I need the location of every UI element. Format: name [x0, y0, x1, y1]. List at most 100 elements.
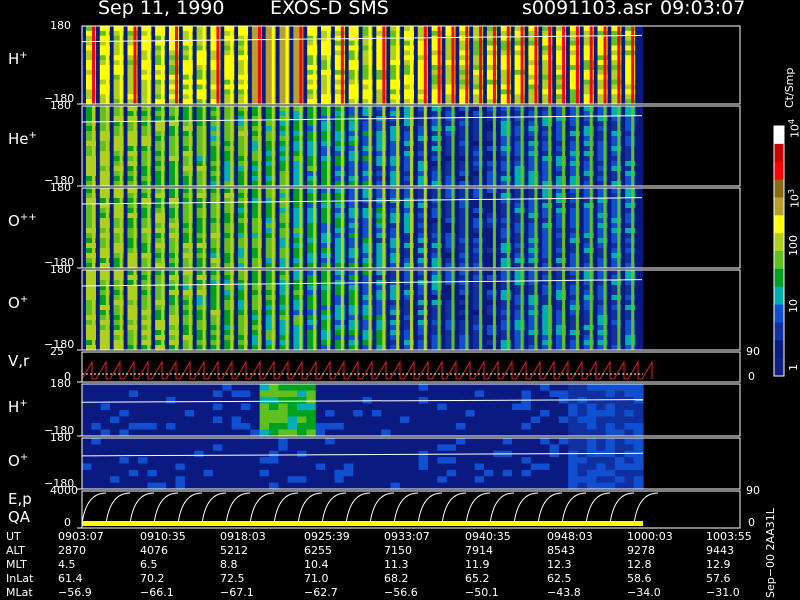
- panel-label-text: V,r: [8, 352, 30, 370]
- colorbar-swatch: [774, 126, 784, 145]
- panel-v-r: [77, 351, 741, 383]
- table-row: MLat −56.9 −66.1 −67.1 −62.7 −56.6 −50.1 −43.8 −…: [0, 586, 800, 599]
- table-cell: 12.8: [627, 558, 652, 571]
- header-date: Sep 11, 1990: [98, 0, 225, 19]
- table-cell: 12.3: [547, 558, 572, 571]
- table-cell: 57.6: [706, 572, 731, 585]
- table-cell: 4076: [140, 544, 168, 557]
- panel-h-plus: [77, 25, 741, 105]
- colorbar-swatch: [774, 358, 784, 377]
- tick-top: 25: [50, 345, 64, 358]
- colorbar-swatch: [774, 322, 784, 341]
- table-cell: 10.4: [304, 558, 329, 571]
- table-row-label: UT: [6, 530, 21, 543]
- table-cell: 72.5: [220, 572, 245, 585]
- colorbar: [773, 125, 785, 377]
- table-cell: 11.3: [384, 558, 409, 571]
- table-row-label: InLat: [6, 572, 34, 585]
- panel-label-sup: +: [19, 398, 28, 409]
- table-cell: −31.0: [706, 586, 740, 599]
- panel-label-text: H: [8, 398, 20, 416]
- table-cell: 70.2: [140, 572, 165, 585]
- panel-label-secondary: QA: [8, 508, 31, 526]
- table-cell: 5212: [220, 544, 248, 557]
- table-cell: 7914: [465, 544, 493, 557]
- table-row-label: ALT: [6, 544, 25, 557]
- table-cell: 0948:03: [547, 530, 593, 543]
- panel-label-sup: ++: [19, 212, 37, 223]
- table-cell: 0918:03: [220, 530, 266, 543]
- table-row-label: MLT: [6, 558, 27, 571]
- header-mission: EXOS-D SMS: [270, 0, 389, 19]
- table-cell: 2870: [58, 544, 86, 557]
- side-note: Sep−00 2AA31L: [764, 508, 777, 598]
- table-cell: 4.5: [58, 558, 76, 571]
- panel-label-h1: H+: [8, 50, 28, 68]
- panel-label-opp: O++: [8, 212, 37, 230]
- colorbar-swatch: [774, 268, 784, 288]
- colorbar-tick-base: 1: [787, 363, 800, 371]
- table-cell: 8543: [547, 544, 575, 557]
- colorbar-tick: 10: [787, 299, 800, 313]
- tick-right-top: 90: [746, 484, 760, 497]
- panel-label-o1: O+: [8, 294, 28, 312]
- table-cell: −56.6: [384, 586, 418, 599]
- panel-label-sup: +: [19, 294, 29, 305]
- tick-top: 180: [50, 19, 71, 32]
- colorbar-tick: 1: [787, 364, 800, 371]
- colorbar-swatch: [774, 233, 784, 252]
- table-cell: 6255: [304, 544, 332, 557]
- colorbar-swatch: [774, 251, 784, 270]
- table-row: UT 0903:07 0910:35 0918:03 0925:39 0933:07 094…: [0, 530, 800, 543]
- colorbar-tick: 100: [787, 235, 800, 256]
- colorbar-swatch: [774, 197, 784, 216]
- table-cell: 6.5: [140, 558, 158, 571]
- panel-label-sup: +: [28, 130, 37, 141]
- panel-label-text: H: [8, 50, 20, 68]
- panel-label-text: O: [8, 212, 20, 230]
- table-cell: 0940:35: [465, 530, 511, 543]
- table-cell: 1000:03: [627, 530, 673, 543]
- table-cell: −43.8: [547, 586, 581, 599]
- tick-top: 4000: [50, 484, 78, 497]
- table-cell: 0925:39: [304, 530, 350, 543]
- colorbar-swatch: [774, 161, 784, 181]
- table-cell: 0933:07: [384, 530, 430, 543]
- table-cell: 9278: [627, 544, 655, 557]
- panel-h-plus-low: [77, 383, 741, 437]
- colorbar-tick-exp: 4: [787, 118, 796, 124]
- spectrogram-canvas: [77, 25, 785, 529]
- table-row: MLT 4.5 6.5 8.8 10.4 11.3 11.9 12.3 12.8 12.9: [0, 558, 800, 571]
- table-cell: −50.1: [465, 586, 499, 599]
- panel-label-sup: +: [19, 452, 29, 463]
- colorbar-swatch: [774, 304, 784, 323]
- header-time: 09:03:07: [660, 0, 746, 19]
- panel-o-plus: [77, 269, 741, 351]
- panel-e-p-qa: [77, 490, 741, 529]
- colorbar-tick-base: 100: [787, 234, 800, 256]
- panel-o-plusplus: [77, 187, 741, 269]
- table-cell: −67.1: [220, 586, 254, 599]
- panel-label-sup: +: [19, 50, 28, 61]
- colorbar-tick-base: 10: [788, 124, 800, 138]
- table-row: InLat 61.4 70.2 72.5 71.0 68.2 65.2 62.5 58.6 57.…: [0, 572, 800, 585]
- table-cell: 0910:35: [140, 530, 186, 543]
- colorbar-swatch: [774, 340, 784, 359]
- tick-top: 180: [50, 181, 71, 194]
- tick-right-top: 90: [746, 345, 760, 358]
- tick-top: 180: [50, 377, 71, 390]
- table-cell: 62.5: [547, 572, 572, 585]
- colorbar-swatch: [774, 179, 784, 198]
- table-cell: 9443: [706, 544, 734, 557]
- table-row-label: MLat: [6, 586, 33, 599]
- panel-label-text: O: [8, 294, 20, 312]
- panel-label-ep: E,p QA: [8, 490, 32, 526]
- table-cell: 65.2: [465, 572, 490, 585]
- colorbar-swatch: [774, 215, 784, 234]
- tick-right-bottom: 0: [748, 370, 755, 383]
- table-cell: −56.9: [58, 586, 92, 599]
- tick-bottom: 0: [64, 516, 71, 529]
- colorbar-swatch: [774, 143, 784, 163]
- header-file: s0091103.asr: [522, 0, 652, 19]
- colorbar-tick-base: 10: [788, 194, 800, 208]
